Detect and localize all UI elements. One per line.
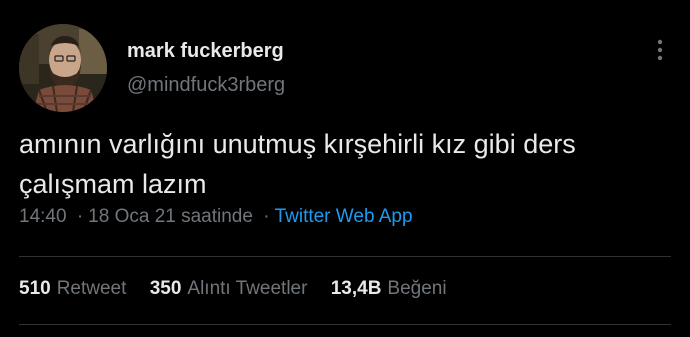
likes-count: 13,4B [330,278,382,299]
avatar-image [19,24,107,112]
quotes-stat[interactable]: 350 Alıntı Tweetler [150,278,308,300]
author-name[interactable]: mark fuckerberg [127,40,284,63]
tweet-time[interactable]: 14:40 [19,206,67,227]
meta-separator: · [263,206,270,227]
retweets-count: 510 [19,278,51,299]
meta-separator: · [76,206,84,227]
retweets-stat[interactable]: 510 Retweet [19,278,126,300]
divider [19,324,671,325]
tweet-stats: 510 Retweet 350 Alıntı Tweetler 13,4B Beğen… [19,278,465,300]
tweet-meta: 14:40 · 18 Oca 21 saatinde · Twitter Web A… [19,206,413,228]
tweet-source-link[interactable]: Twitter Web App [275,206,413,227]
quotes-count: 350 [149,278,182,299]
likes-stat[interactable]: 13,4B Beğeni [331,278,447,300]
divider [19,256,671,257]
tweet-text: amının varlığını unutmuş kırşehirli kız … [19,129,576,199]
avatar[interactable] [19,24,107,112]
author-handle[interactable]: @mindfuck3rberg [127,74,285,97]
retweets-label: Retweet [56,278,127,299]
tweet-card: mark fuckerberg @mindfuck3rberg amının v… [0,0,690,337]
more-vertical-icon[interactable] [650,38,670,64]
quotes-label: Alıntı Tweetler [187,278,308,299]
likes-label: Beğeni [387,278,447,299]
tweet-date[interactable]: 18 Oca 21 saatinde [88,206,253,227]
